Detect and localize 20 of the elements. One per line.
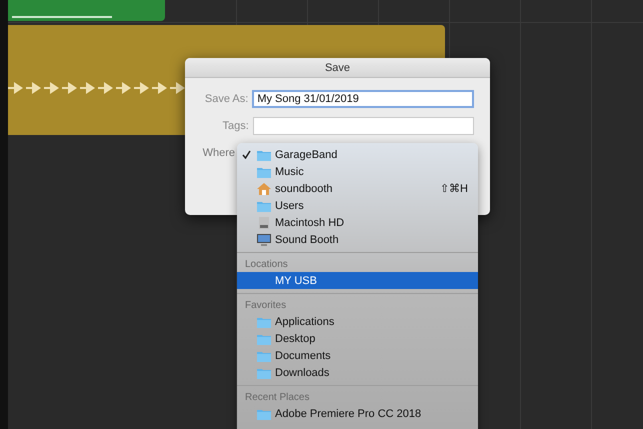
item-label: Downloads bbox=[275, 366, 330, 378]
item-label: Desktop bbox=[275, 332, 316, 344]
item-label: Users bbox=[275, 200, 305, 212]
item-label: soundbooth bbox=[275, 182, 334, 194]
item-label: Macintosh HD bbox=[275, 216, 346, 228]
section-header: Recent Places bbox=[244, 391, 310, 405]
section-header: Locations bbox=[244, 258, 289, 272]
item-label: Adobe Premiere Pro CC 2018 bbox=[275, 408, 422, 420]
item-label: Applications bbox=[275, 316, 336, 328]
window-title: Save bbox=[324, 62, 350, 74]
item-label: MY USB bbox=[275, 274, 318, 286]
item-label: GarageBand bbox=[275, 148, 338, 160]
item-label: Sound Booth bbox=[275, 234, 340, 246]
shortcut-label: ⇧⌘H bbox=[440, 182, 468, 195]
item-label: Music bbox=[275, 166, 305, 178]
section-header: Favorites bbox=[244, 299, 288, 313]
field-label: Save As: bbox=[204, 93, 250, 105]
field-label: Where bbox=[202, 147, 236, 159]
field-label: Tags: bbox=[221, 120, 250, 132]
item-label: Documents bbox=[275, 350, 332, 362]
